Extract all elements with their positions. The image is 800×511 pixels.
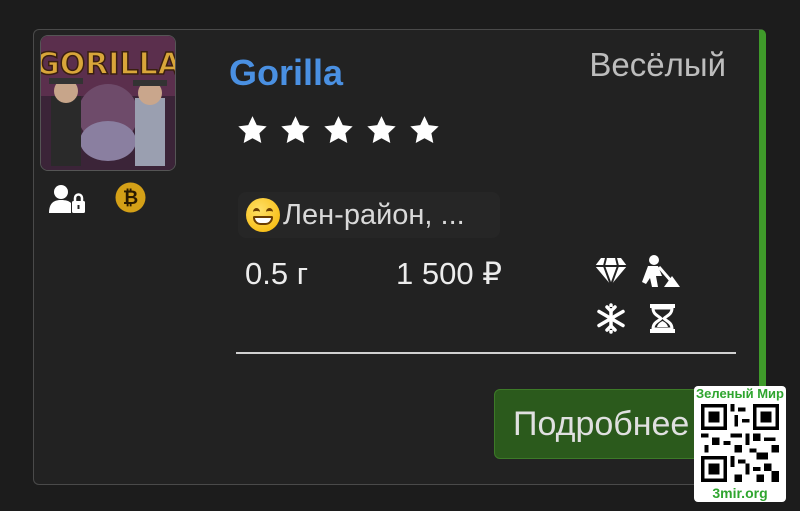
star-icon — [238, 116, 267, 144]
product-title[interactable]: Gorilla — [229, 52, 343, 94]
star-icon — [324, 116, 353, 144]
location-text: Лен-район, ... — [283, 198, 465, 231]
more-details-button[interactable]: Подробнее — [494, 389, 704, 459]
product-image[interactable]: GORILLA — [40, 35, 176, 171]
qr-code-icon — [701, 404, 779, 482]
star-icon — [367, 116, 396, 144]
divider — [236, 352, 736, 354]
hourglass-icon — [650, 304, 675, 333]
product-image-art: GORILLA — [41, 36, 175, 170]
star-icon — [410, 116, 439, 144]
location-chip[interactable]: Лен-район, ... — [238, 192, 500, 238]
watermark-top-text: Зеленый Мир — [695, 386, 784, 401]
grinning-face-icon — [246, 198, 280, 232]
star-icon — [281, 116, 310, 144]
snowflake-icon — [597, 303, 625, 334]
rating-stars — [236, 114, 441, 147]
user-lock-icon — [49, 185, 85, 213]
bitcoin-icon: ₿ — [115, 182, 146, 213]
digging-person-icon — [642, 255, 680, 287]
watermark-bottom-text: 3mir.org — [712, 485, 768, 501]
mood-label: Весёлый — [589, 46, 726, 83]
price-value: 1 500 ₽ — [396, 256, 502, 291]
product-image-text: GORILLA — [41, 47, 175, 82]
svg-text:₿: ₿ — [123, 187, 138, 209]
gem-icon — [595, 257, 627, 286]
weight-value: 0.5 г — [245, 256, 309, 291]
watermark: Зеленый Мир 3mir.org — [694, 386, 786, 502]
